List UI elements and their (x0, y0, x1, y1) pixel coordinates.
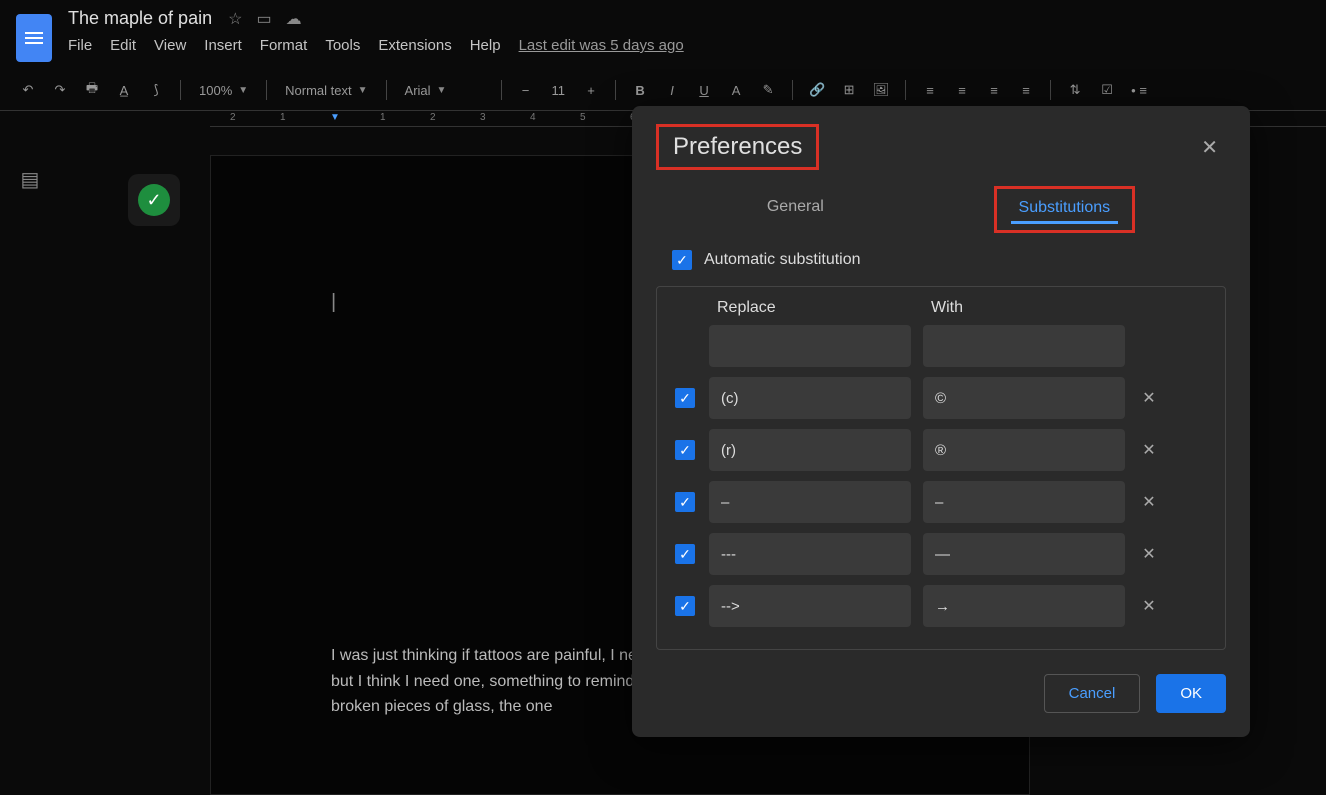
underline-button[interactable]: U (692, 78, 716, 102)
preferences-dialog: Preferences ✕ General Substitutions ✓ Au… (632, 106, 1250, 737)
close-icon[interactable]: ✕ (1193, 127, 1226, 168)
menu-file[interactable]: File (68, 37, 92, 54)
sub-checkbox[interactable]: ✓ (675, 596, 695, 616)
text-color-button[interactable]: A (724, 78, 748, 102)
star-icon[interactable]: ☆ (228, 9, 242, 29)
italic-button[interactable]: I (660, 78, 684, 102)
sub-checkbox[interactable]: ✓ (675, 492, 695, 512)
cancel-button[interactable]: Cancel (1044, 674, 1141, 713)
with-input[interactable] (923, 377, 1125, 419)
align-right-button[interactable]: ≡ (982, 78, 1006, 102)
remove-icon[interactable]: ✕ (1137, 440, 1161, 460)
menu-edit[interactable]: Edit (110, 37, 136, 54)
image-button[interactable]: 🖼 (869, 78, 893, 102)
font-size-plus[interactable]: + (579, 78, 603, 102)
replace-header: Replace (717, 299, 921, 317)
style-select[interactable]: Normal text▼ (279, 83, 373, 98)
outline-icon[interactable]: ▤ (21, 167, 40, 192)
sub-row: ✓✕ (673, 481, 1209, 523)
autosub-checkbox[interactable]: ✓ (672, 250, 692, 270)
zoom-select[interactable]: 100%▼ (193, 83, 254, 98)
docs-logo[interactable] (16, 14, 52, 62)
align-justify-button[interactable]: ≡ (1014, 78, 1038, 102)
check-icon: ✓ (138, 184, 170, 216)
autosub-label: Automatic substitution (704, 251, 861, 269)
with-input[interactable] (923, 481, 1125, 523)
remove-icon[interactable]: ✕ (1137, 388, 1161, 408)
remove-icon[interactable]: ✕ (1137, 544, 1161, 564)
font-size-minus[interactable]: − (514, 78, 538, 102)
remove-icon[interactable]: ✕ (1137, 492, 1161, 512)
menu-format[interactable]: Format (260, 37, 308, 54)
with-header: With (931, 299, 1135, 317)
remove-icon[interactable]: ✕ (1137, 596, 1161, 616)
menu-extensions[interactable]: Extensions (378, 37, 451, 54)
redo-button[interactable]: ↷ (48, 78, 72, 102)
font-select[interactable]: Arial▼ (399, 83, 489, 98)
ok-button[interactable]: OK (1156, 674, 1226, 713)
tab-substitutions[interactable]: Substitutions (1011, 195, 1119, 224)
link-button[interactable]: 🔗 (805, 78, 829, 102)
cloud-icon[interactable]: ☁ (286, 9, 302, 29)
checklist-button[interactable]: ☑ (1095, 78, 1119, 102)
print-button[interactable]: 🖶 (80, 78, 104, 102)
font-size[interactable]: 11 (546, 83, 572, 98)
paint-format-button[interactable]: ⟆ (144, 78, 168, 102)
substitutions-table: Replace With ✓✕✓✕✓✕✓✕✓✕ (656, 286, 1226, 650)
menu-help[interactable]: Help (470, 37, 501, 54)
replace-input-new[interactable] (709, 325, 911, 367)
sub-checkbox[interactable]: ✓ (675, 440, 695, 460)
replace-input[interactable] (709, 429, 911, 471)
with-input-new[interactable] (923, 325, 1125, 367)
menu-insert[interactable]: Insert (204, 37, 242, 54)
sub-row: ✓✕ (673, 533, 1209, 575)
spellcheck-badge[interactable]: ✓ (128, 174, 180, 226)
with-input[interactable] (923, 585, 1125, 627)
with-input[interactable] (923, 533, 1125, 575)
sub-row: ✓✕ (673, 429, 1209, 471)
sub-row-new (673, 325, 1209, 367)
align-center-button[interactable]: ≡ (950, 78, 974, 102)
bold-button[interactable]: B (628, 78, 652, 102)
align-left-button[interactable]: ≡ (918, 78, 942, 102)
move-icon[interactable]: ▭ (256, 9, 271, 29)
comment-button[interactable]: ⊞ (837, 78, 861, 102)
highlight-button[interactable]: ✎ (756, 78, 780, 102)
sub-row: ✓✕ (673, 585, 1209, 627)
menu-view[interactable]: View (154, 37, 186, 54)
spellcheck-button[interactable]: A̲ (112, 78, 136, 102)
replace-input[interactable] (709, 585, 911, 627)
toolbar: ↶ ↷ 🖶 A̲ ⟆ 100%▼ Normal text▼ Arial▼ − 1… (0, 70, 1326, 111)
replace-input[interactable] (709, 533, 911, 575)
undo-button[interactable]: ↶ (16, 78, 40, 102)
document-title[interactable]: The maple of pain (68, 8, 212, 29)
last-edit-link[interactable]: Last edit was 5 days ago (519, 37, 684, 54)
sub-checkbox[interactable]: ✓ (675, 388, 695, 408)
sub-checkbox[interactable]: ✓ (675, 544, 695, 564)
tab-general[interactable]: General (747, 186, 844, 230)
sub-row: ✓✕ (673, 377, 1209, 419)
replace-input[interactable] (709, 481, 911, 523)
menu-tools[interactable]: Tools (325, 37, 360, 54)
bullet-list-button[interactable]: • ≡ (1127, 78, 1151, 102)
replace-input[interactable] (709, 377, 911, 419)
line-spacing-button[interactable]: ⇅ (1063, 78, 1087, 102)
with-input[interactable] (923, 429, 1125, 471)
dialog-title: Preferences (656, 124, 819, 170)
